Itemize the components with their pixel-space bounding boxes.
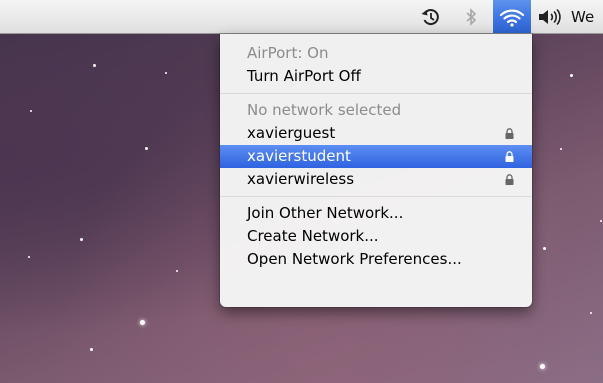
airport-menu: AirPort: On Turn AirPort Off No network …: [220, 34, 532, 307]
menu-separator: [220, 93, 532, 94]
menu-bar: We: [0, 0, 603, 34]
network-item-xavierwireless[interactable]: xavierwireless: [220, 168, 532, 191]
star: [145, 147, 148, 150]
network-name: xavierguest: [247, 124, 336, 142]
star: [176, 270, 178, 272]
star: [93, 64, 96, 67]
lock-icon: [505, 174, 514, 185]
lock-icon: [505, 151, 514, 162]
star: [543, 247, 546, 250]
star: [600, 220, 602, 222]
network-name: xavierstudent: [247, 147, 351, 165]
network-item-xavierstudent[interactable]: xavierstudent: [220, 145, 532, 168]
star: [90, 348, 93, 351]
star: [165, 72, 167, 74]
open-network-preferences-item[interactable]: Open Network Preferences...: [220, 248, 532, 271]
network-item-xavierguest[interactable]: xavierguest: [220, 122, 532, 145]
star: [80, 238, 83, 241]
star: [540, 364, 545, 369]
airport-status-label: AirPort: On: [247, 44, 329, 62]
lock-icon: [505, 128, 514, 139]
no-network-selected-label: No network selected: [247, 101, 402, 119]
star: [590, 312, 592, 314]
menu-bar-clock[interactable]: We: [571, 0, 603, 33]
star: [30, 110, 32, 112]
star: [570, 74, 573, 77]
wifi-icon[interactable]: [493, 0, 531, 33]
time-machine-icon[interactable]: [416, 0, 444, 33]
desktop: We AirPort: On Turn AirPort Off No netwo…: [0, 0, 603, 383]
turn-airport-off-item[interactable]: Turn AirPort Off: [220, 65, 532, 88]
join-other-network-item[interactable]: Join Other Network...: [220, 202, 532, 225]
star: [560, 148, 562, 150]
star: [28, 256, 30, 258]
network-name: xavierwireless: [247, 170, 355, 188]
create-network-item[interactable]: Create Network...: [220, 225, 532, 248]
bluetooth-icon[interactable]: [460, 0, 482, 33]
menu-separator: [220, 196, 532, 197]
volume-icon[interactable]: [535, 0, 565, 33]
star: [140, 320, 145, 325]
